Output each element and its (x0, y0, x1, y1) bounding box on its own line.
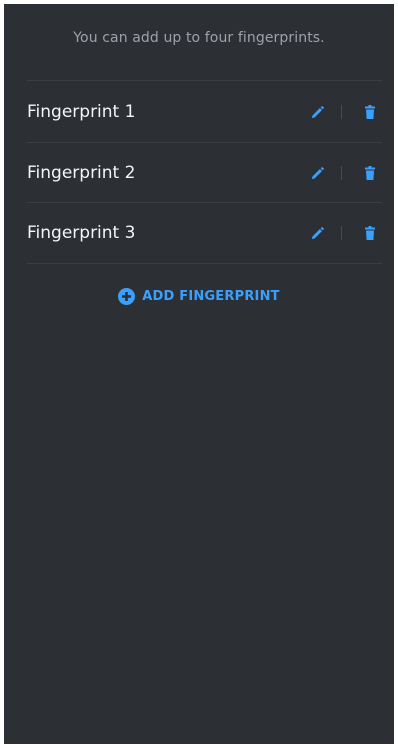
edit-fingerprint-button[interactable] (306, 162, 328, 184)
info-text: You can add up to four fingerprints. (73, 30, 325, 46)
delete-fingerprint-button[interactable] (359, 222, 381, 244)
fingerprint-label: Fingerprint 2 (27, 163, 136, 183)
trash-icon (365, 166, 375, 180)
divider (27, 263, 382, 264)
action-separator (341, 226, 342, 240)
fingerprint-row-3[interactable]: Fingerprint 3 (27, 203, 382, 263)
pencil-icon (311, 226, 324, 239)
delete-fingerprint-button[interactable] (359, 101, 381, 123)
plus-circle-icon (118, 287, 136, 305)
fingerprint-row-2[interactable]: Fingerprint 2 (27, 143, 382, 203)
edit-fingerprint-button[interactable] (306, 101, 328, 123)
action-separator (341, 166, 342, 180)
fingerprint-label: Fingerprint 1 (27, 102, 136, 122)
fingerprint-row-1[interactable]: Fingerprint 1 (27, 82, 382, 142)
divider (27, 80, 382, 81)
add-fingerprint-label: ADD FINGERPRINT (142, 288, 280, 304)
edit-fingerprint-button[interactable] (306, 222, 328, 244)
fingerprint-label: Fingerprint 3 (27, 223, 136, 243)
trash-icon (365, 226, 375, 240)
action-separator (341, 105, 342, 119)
pencil-icon (311, 166, 324, 179)
delete-fingerprint-button[interactable] (359, 162, 381, 184)
pencil-icon (311, 105, 324, 118)
add-fingerprint-button[interactable]: ADD FINGERPRINT (4, 284, 394, 308)
fingerprint-settings-screen: You can add up to four fingerprints. Fin… (4, 4, 394, 744)
trash-icon (365, 105, 375, 119)
